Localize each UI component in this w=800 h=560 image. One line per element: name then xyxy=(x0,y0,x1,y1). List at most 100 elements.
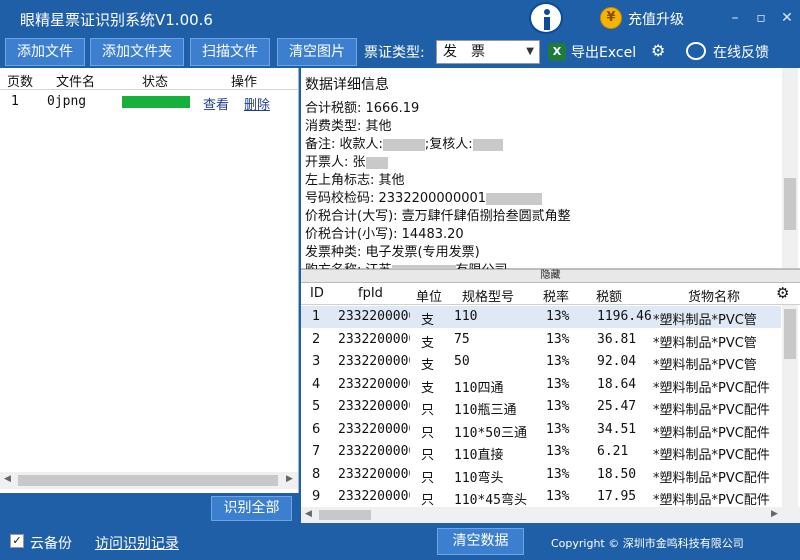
table-row[interactable]: 1 23322000000 支 110 13% 1196.46*塑料制品*PVC管 xyxy=(301,306,781,328)
detail-line: 发票种类: 电子发票(专用发票) xyxy=(305,245,480,260)
cell-id: 1 xyxy=(312,309,321,324)
cell-spec: 110 xyxy=(454,309,478,324)
excel-icon[interactable]: X xyxy=(548,43,566,61)
cell-id: 5 xyxy=(312,399,321,414)
toolbar: 添加文件 添加文件夹 扫描文件 清空图片 票证类型: 发 票 ▼ X 导出Exc… xyxy=(0,36,800,68)
header-actions: 操作 xyxy=(231,75,258,90)
upgrade-button[interactable]: 充值升级 xyxy=(628,9,684,29)
file-row[interactable]: 1 0jpng 查看 删除 xyxy=(0,92,298,113)
cell-spec: 110弯头 xyxy=(454,470,504,486)
detail-line: 备注: 收款人: ;复核人: xyxy=(305,133,503,152)
table-row[interactable]: 9 23322000000 只 110*45弯头 13% 17.95 *塑料制品*PVC配件 xyxy=(301,486,781,507)
file-list-panel: 页数 文件名 状态 操作 1 0jpng 查看 删除 ◀ ▶ xyxy=(0,68,299,493)
cell-spec: 75 xyxy=(454,331,470,347)
cloud-backup-label: 云备份 xyxy=(30,536,72,552)
table-row[interactable]: 7 23322000000 只 110直接 13% 6.21 *塑料制品*PVC配件 xyxy=(301,441,781,463)
minimize-button[interactable]: – xyxy=(722,5,748,31)
col-spec[interactable]: 规格型号 xyxy=(462,286,514,305)
cell-tax: 18.50 xyxy=(597,466,637,482)
add-folder-button[interactable]: 添加文件夹 xyxy=(90,38,184,66)
cell-tax: 17.95 xyxy=(597,489,637,504)
table-row[interactable]: 8 23322000000 只 110弯头 13% 18.50 *塑料制品*PVC配件 xyxy=(301,464,781,486)
cell-rate: 13% xyxy=(546,309,570,324)
cell-fpid: 23322000000 xyxy=(338,376,410,392)
title-bar: 眼精星票证识别系统V1.00.6 ¥ 充值升级 – ▫ ✕ xyxy=(0,0,800,36)
col-fpid[interactable]: fpId xyxy=(358,286,383,301)
gear-icon[interactable]: ⚙ xyxy=(651,41,665,60)
progress-bar xyxy=(122,96,190,108)
cell-rate: 13% xyxy=(546,466,570,482)
left-footer: 识别全部 xyxy=(0,493,299,523)
grid-vscrollbar[interactable] xyxy=(782,305,798,507)
detail-vscrollbar[interactable] xyxy=(782,68,798,268)
chat-bubble-icon[interactable] xyxy=(686,42,706,60)
cell-name: *塑料制品*PVC配件 xyxy=(653,448,770,463)
cell-spec: 110瓶三通 xyxy=(454,403,517,418)
online-feedback-button[interactable]: 在线反馈 xyxy=(713,42,769,62)
cell-name: *塑料制品*PVC管 xyxy=(653,335,757,351)
recognize-all-button[interactable]: 识别全部 xyxy=(211,496,292,521)
coin-icon[interactable]: ¥ xyxy=(600,7,622,29)
cell-unit: 只 xyxy=(421,470,435,486)
grid-hscrollbar[interactable]: ◀ ▶ xyxy=(301,507,800,523)
file-page: 1 xyxy=(11,94,20,109)
app-title: 眼精星票证识别系统V1.00.6 xyxy=(20,11,213,29)
cell-name: *塑料制品*PVC管 xyxy=(653,358,757,373)
file-list-hscrollbar[interactable]: ◀ ▶ xyxy=(0,472,298,489)
table-row[interactable]: 4 23322000000 支 110四通 13% 18.64 *塑料制品*PVC配件 xyxy=(301,374,781,396)
hide-toggle[interactable]: 隐藏 xyxy=(301,269,800,283)
scan-file-button[interactable]: 扫描文件 xyxy=(190,38,270,66)
table-row[interactable]: 6 23322000000 只 110*50三通 13% 34.51 *塑料制品*PVC配件 xyxy=(301,419,781,441)
scroll-left-icon[interactable]: ◀ xyxy=(305,509,312,519)
ticket-type-label: 票证类型: xyxy=(364,45,425,61)
detail-line: 消费类型: 其他 xyxy=(305,119,392,134)
cell-rate: 13% xyxy=(546,444,570,459)
table-row[interactable]: 2 23322000000 支 75 13% 36.81 *塑料制品*PVC管 xyxy=(301,329,781,351)
clear-images-button[interactable]: 清空图片 xyxy=(277,38,357,66)
cell-spec: 110四通 xyxy=(454,380,504,396)
cell-name: *塑料制品*PVC配件 xyxy=(653,403,770,418)
cell-rate: 13% xyxy=(546,399,570,414)
cell-rate: 13% xyxy=(546,421,570,437)
delete-link[interactable]: 删除 xyxy=(244,94,270,113)
scroll-right-icon[interactable]: ▶ xyxy=(286,474,293,484)
export-excel-button[interactable]: 导出Excel xyxy=(571,42,636,62)
cell-unit: 支 xyxy=(421,313,435,328)
col-id[interactable]: ID xyxy=(310,286,324,301)
cell-tax: 34.51 xyxy=(597,421,637,437)
ticket-type-value: 发 票 xyxy=(443,44,485,60)
cloud-backup-checkbox[interactable]: ✓ xyxy=(10,534,24,548)
close-button[interactable]: ✕ xyxy=(774,5,800,31)
cell-name: *塑料制品*PVC配件 xyxy=(653,380,770,396)
cell-name: *塑料制品*PVC配件 xyxy=(653,493,770,507)
table-row[interactable]: 3 23322000000 支 50 13% 92.04 *塑料制品*PVC管 xyxy=(301,351,781,373)
add-file-button[interactable]: 添加文件 xyxy=(5,38,85,66)
scroll-right-icon[interactable]: ▶ xyxy=(771,509,778,519)
cell-unit: 只 xyxy=(421,448,435,463)
cell-tax: 36.81 xyxy=(597,331,637,347)
visit-records-link[interactable]: 访问识别记录 xyxy=(95,533,179,553)
view-link[interactable]: 查看 xyxy=(203,94,229,113)
cell-fpid: 23322000000 xyxy=(338,399,410,414)
cell-fpid: 23322000000 xyxy=(338,354,410,369)
copyright: Copyright © 深圳市金鸣科技有限公司 xyxy=(551,537,744,550)
cell-id: 2 xyxy=(312,331,321,347)
table-row[interactable]: 5 23322000000 只 110瓶三通 13% 25.47 *塑料制品*PVC配件 xyxy=(301,396,781,418)
cell-rate: 13% xyxy=(546,489,570,504)
col-tax[interactable]: 税额 xyxy=(596,286,622,305)
cell-fpid: 23322000000 xyxy=(338,421,410,437)
detail-line: 价税合计(大写): 壹万肆仟肆佰捌拾叁圆贰角整 xyxy=(305,209,571,224)
ticket-type-select[interactable]: 发 票 ▼ xyxy=(436,40,540,64)
scroll-left-icon[interactable]: ◀ xyxy=(4,474,11,484)
cell-id: 4 xyxy=(312,376,321,392)
cell-tax: 92.04 xyxy=(597,354,637,369)
clear-data-button[interactable]: 清空数据 xyxy=(437,528,524,555)
gear-icon[interactable]: ⚙ xyxy=(776,284,789,302)
col-name[interactable]: 货物名称 xyxy=(688,286,740,305)
cell-fpid: 23322000000 xyxy=(338,331,410,347)
col-unit[interactable]: 单位 xyxy=(416,286,442,305)
col-rate[interactable]: 税率 xyxy=(543,286,569,305)
restore-button[interactable]: ▫ xyxy=(748,5,774,31)
cell-id: 8 xyxy=(312,466,321,482)
detail-line: 号码校检码: 2332200000001 xyxy=(305,187,543,206)
